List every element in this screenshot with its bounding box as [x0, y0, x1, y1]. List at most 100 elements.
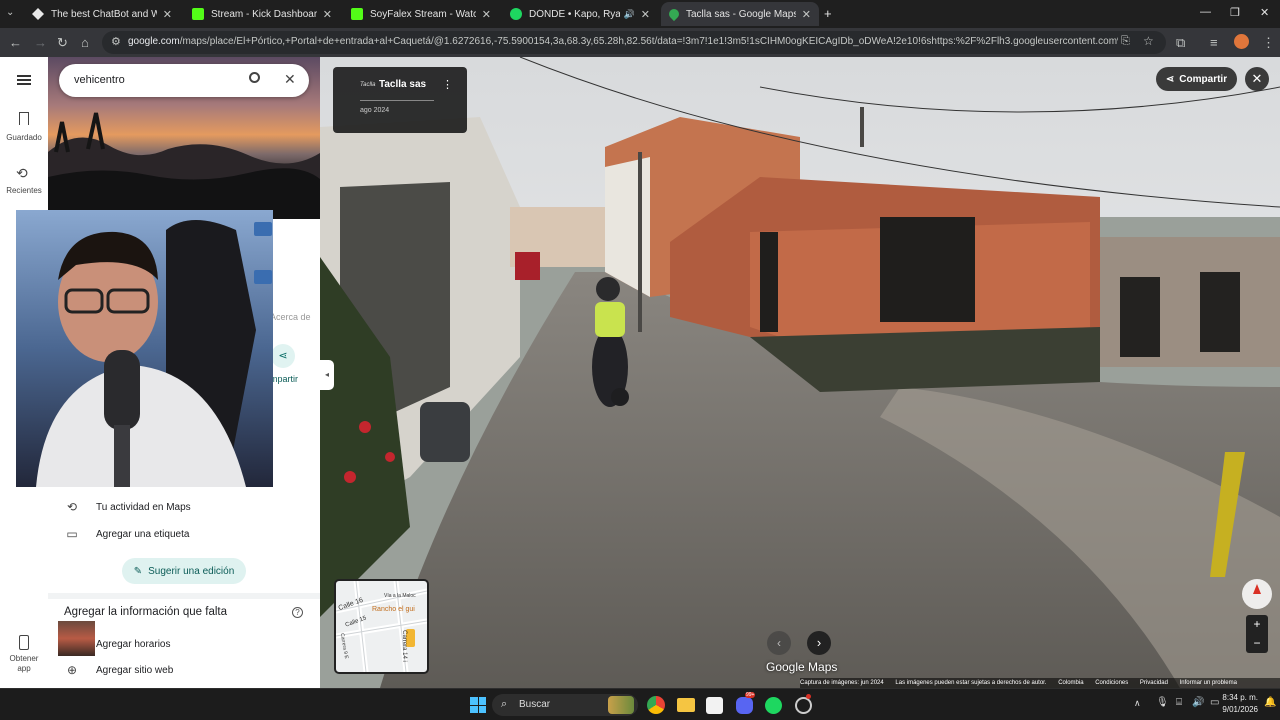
mini-map[interactable]: Calle 16 Calle 15 Vía a la Maloc Rancho … [334, 579, 429, 674]
history-icon[interactable]: ⟲ [16, 165, 28, 182]
close-tab-icon[interactable]: ✕ [323, 8, 332, 21]
google-maps-watermark: Google Maps [766, 660, 838, 674]
suggest-edit-button[interactable]: ✎ Sugerir una edición [122, 558, 246, 584]
street-view-panorama[interactable]: Taclla Taclla sas ⋮ ago 2024 ⋖ Compartir… [320, 57, 1280, 688]
network-icon[interactable]: ⌸ [1176, 697, 1182, 708]
minimap-street-label: Vía a la Maloc [384, 593, 416, 599]
search-icon: ⌕ [501, 698, 508, 710]
search-icon[interactable] [249, 72, 260, 83]
browser-tab-kick-dashboard[interactable]: Stream - Kick Dashboard ✕ [184, 2, 340, 26]
discord-notification-badge: 99+ [745, 692, 756, 698]
capture-date[interactable]: ago 2024 [360, 107, 389, 114]
site-info-icon[interactable]: ⚙ [111, 35, 121, 48]
close-tab-icon[interactable]: ✕ [163, 8, 172, 21]
street-view-footer: Captura de imágenes: jun 2024 Las imágen… [800, 678, 1280, 688]
microphone-icon[interactable]: 🎙 [1156, 697, 1169, 708]
section-divider [48, 593, 320, 599]
zoom-out-button[interactable]: − [1246, 634, 1268, 653]
share-button[interactable]: ⋖ Compartir [1156, 67, 1237, 91]
help-icon[interactable]: ? [292, 607, 303, 618]
collapse-panel-button[interactable]: ◂ [320, 360, 334, 390]
spotify-icon[interactable] [765, 697, 782, 714]
bookmark-star-icon[interactable]: ☆ [1143, 34, 1154, 48]
share-icon[interactable]: ⋖ [271, 344, 295, 368]
menu-icon[interactable] [17, 75, 31, 85]
kick-icon [192, 8, 204, 20]
place-logo: Taclla [360, 82, 376, 88]
restore-window-button[interactable]: ❐ [1230, 6, 1240, 19]
windows-taskbar: ⌕ Buscar 99+ ∧ 🎙 ⌸ 🔊 ▭ 8:34 p. m. 9/01/2… [0, 688, 1280, 720]
taskbar-search[interactable]: ⌕ Buscar [492, 694, 638, 716]
previous-image-button[interactable]: ‹ [767, 631, 791, 655]
minimap-place-label: Rancho el gui [372, 606, 415, 613]
history-icon: ⟲ [66, 500, 78, 514]
more-options-icon[interactable]: ⋮ [442, 78, 453, 91]
show-hidden-icons[interactable]: ∧ [1134, 698, 1141, 709]
close-tab-icon[interactable]: ✕ [641, 8, 650, 21]
profile-avatar[interactable] [1234, 34, 1249, 49]
share-label-partial[interactable]: mpartir [270, 374, 298, 384]
browser-tab-spotify[interactable]: DÓNDE • Kapo, Ryan Castr 🔊 ✕ [502, 2, 658, 26]
browser-toolbar: ← → ↻ ⌂ ⚙ google.com/maps/place/El+Pórti… [0, 28, 1280, 57]
street-view-info-card[interactable]: Taclla Taclla sas ⋮ ago 2024 [333, 67, 467, 133]
bookmark-icon[interactable] [19, 112, 29, 125]
add-website-row[interactable]: ⊕ Agregar sitio web [64, 660, 173, 680]
card-divider [360, 100, 434, 101]
start-menu-icon[interactable] [470, 697, 486, 713]
recents-label[interactable]: Recientes [0, 186, 48, 196]
new-tab-button[interactable]: + [824, 6, 832, 21]
chrome-icon[interactable] [647, 696, 665, 714]
audio-playing-icon[interactable]: 🔊 [624, 9, 635, 20]
emote-overlay [58, 621, 95, 656]
back-icon[interactable]: ← [9, 35, 22, 50]
phone-icon[interactable] [19, 635, 29, 650]
search-highlight-icon [608, 696, 634, 714]
webcam-overlay [16, 210, 273, 487]
clear-search-icon[interactable]: ✕ [284, 71, 296, 88]
about-tab-partial[interactable]: Acerca de [270, 312, 311, 322]
tab-search-dropdown-icon[interactable]: ⌄ [6, 7, 14, 18]
pencil-icon: ✎ [133, 565, 143, 577]
get-app-label[interactable]: Obtener app [0, 654, 48, 674]
close-tab-icon[interactable]: ✕ [482, 8, 491, 21]
your-activity-row[interactable]: ⟲ Tu actividad en Maps [64, 497, 191, 517]
compass-icon[interactable] [1242, 579, 1272, 609]
browser-tab-streamelements[interactable]: The best ChatBot and Widgets ✕ [24, 2, 180, 26]
share-icon: ⋖ [1165, 73, 1175, 85]
forward-icon[interactable]: → [34, 35, 47, 50]
media-control-icon[interactable]: ≡ [1210, 35, 1218, 50]
browser-tab-soyfalex-stream[interactable]: SoyFalex Stream - Watch Live o ✕ [343, 2, 499, 26]
taskbar-date[interactable]: 9/01/2026 [1212, 705, 1258, 714]
minimize-window-button[interactable]: — [1200, 6, 1211, 18]
discord-icon[interactable]: 99+ [736, 692, 756, 714]
notifications-bell-icon[interactable]: 🔔 [1264, 697, 1276, 708]
place-name[interactable]: Taclla sas [379, 79, 426, 90]
install-app-icon[interactable]: ⎘ [1121, 35, 1130, 48]
label-tag-icon: ▭ [66, 527, 78, 541]
add-label-row[interactable]: ▭ Agregar una etiqueta [64, 524, 189, 544]
next-image-button[interactable]: › [807, 631, 831, 655]
street-view-scene [320, 57, 1280, 688]
close-window-button[interactable]: ✕ [1260, 6, 1269, 19]
spotify-icon [510, 8, 522, 20]
extensions-icon[interactable]: ⧉ [1176, 35, 1185, 51]
missing-info-title: Agregar la información que falta [64, 606, 228, 618]
close-street-view-button[interactable]: ✕ [1245, 67, 1269, 91]
taskbar-time[interactable]: 8:34 p. m. [1218, 693, 1258, 702]
browser-menu-icon[interactable]: ⋮ [1262, 35, 1275, 51]
store-icon[interactable] [706, 697, 723, 714]
home-icon[interactable]: ⌂ [81, 35, 89, 50]
saved-label[interactable]: Guardado [0, 133, 48, 143]
streamelements-icon [32, 8, 44, 20]
address-bar[interactable]: ⚙ google.com/maps/place/El+Pórtico,+Port… [102, 31, 1166, 54]
minimap-street-label: Carrera 14 i [400, 630, 407, 662]
obs-icon[interactable] [795, 694, 812, 714]
close-tab-icon[interactable]: ✕ [802, 8, 811, 21]
browser-tab-google-maps[interactable]: Taclla sas - Google Maps ✕ [661, 2, 819, 26]
search-box[interactable]: vehicentro ✕ [59, 64, 309, 97]
zoom-in-button[interactable]: + [1246, 615, 1268, 634]
volume-icon[interactable]: 🔊 [1192, 697, 1204, 708]
search-input[interactable]: vehicentro [74, 74, 125, 86]
reload-icon[interactable]: ↻ [57, 35, 68, 51]
file-explorer-icon[interactable] [677, 698, 695, 712]
